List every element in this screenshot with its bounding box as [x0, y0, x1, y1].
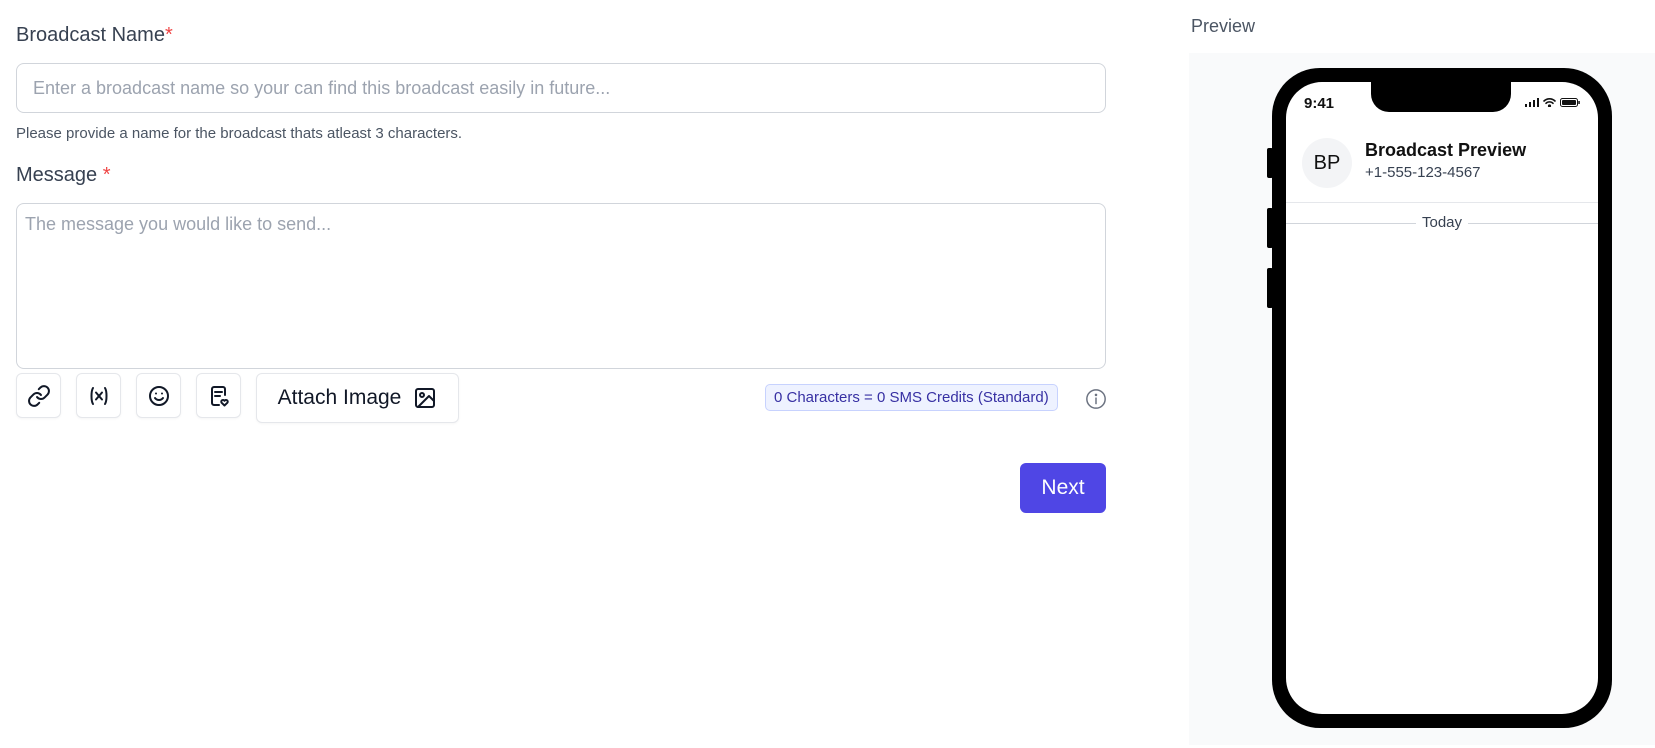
battery-icon: [1560, 98, 1580, 107]
message-label: Message *: [16, 164, 111, 187]
broadcast-name-label: Broadcast Name*: [16, 24, 173, 47]
status-icons: [1525, 98, 1580, 107]
insert-template-button[interactable]: [196, 373, 241, 418]
message-label-text: Message: [16, 164, 98, 186]
message-textarea[interactable]: [16, 203, 1106, 369]
broadcast-name-helper: Please provide a name for the broadcast …: [16, 125, 463, 142]
required-mark: *: [102, 164, 111, 186]
insert-link-button[interactable]: [16, 373, 61, 418]
phone-notch: [1371, 82, 1511, 112]
date-separator-label: Today: [1416, 214, 1469, 231]
contact-name: Broadcast Preview: [1365, 140, 1527, 160]
phone-mockup: 9:41 BP Broadcast Preview +1-555-123-456…: [1272, 68, 1612, 728]
broadcast-name-input[interactable]: [16, 63, 1106, 113]
wifi-icon: [1543, 98, 1556, 107]
next-button[interactable]: Next: [1020, 463, 1106, 513]
insert-variable-button[interactable]: [76, 373, 121, 418]
link-icon: [27, 384, 50, 407]
contact-phone: +1-555-123-4567: [1365, 164, 1481, 181]
image-icon: [415, 388, 436, 408]
signal-icon: [1525, 98, 1539, 107]
preview-title: Preview: [1191, 16, 1256, 36]
header-divider: [1286, 202, 1598, 203]
emoji-icon: [148, 385, 169, 406]
info-icon[interactable]: [1085, 388, 1107, 410]
broadcast-name-label-text: Broadcast Name: [16, 24, 165, 46]
insert-emoji-button[interactable]: [136, 373, 181, 418]
required-mark: *: [164, 24, 173, 46]
contact-avatar: BP: [1302, 138, 1352, 188]
template-icon: [210, 385, 229, 406]
attach-image-button[interactable]: Attach Image: [256, 373, 459, 423]
status-time: 9:41: [1304, 95, 1335, 112]
variable-icon: [90, 386, 107, 405]
phone-screen: 9:41 BP Broadcast Preview +1-555-123-456…: [1286, 82, 1598, 714]
sms-credits-badge: 0 Characters = 0 SMS Credits (Standard): [765, 384, 1058, 411]
attach-image-label: Attach Image: [277, 386, 402, 409]
